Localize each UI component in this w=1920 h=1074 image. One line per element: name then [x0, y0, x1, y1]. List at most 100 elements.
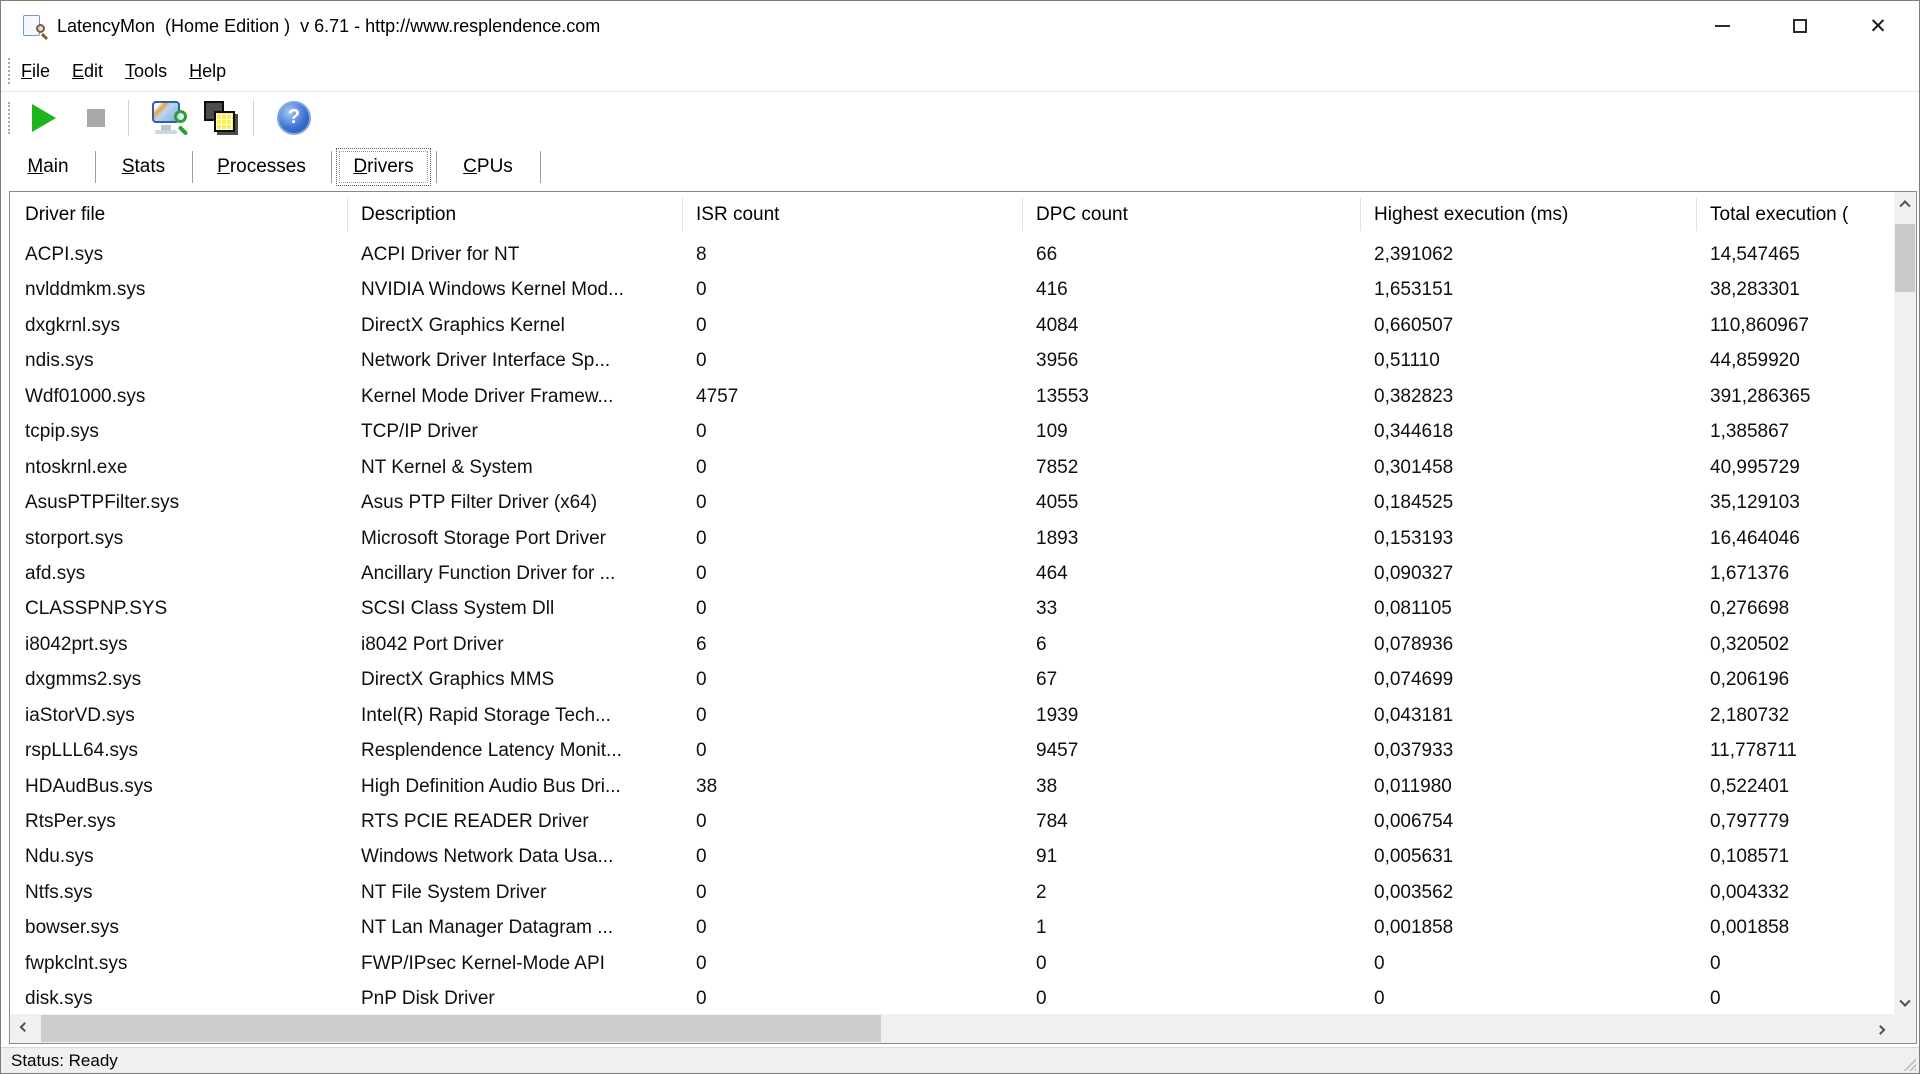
options-button[interactable] [147, 96, 191, 140]
tab-separator [95, 151, 96, 183]
table-row[interactable]: ndis.sys Network Driver Interface Sp... 0 3… [10, 343, 1894, 378]
cell-driver-file: ACPI.sys [25, 244, 104, 265]
table-row[interactable]: nvlddmkm.sys NVIDIA Windows Kernel Mod...… [10, 272, 1894, 307]
cell-driver-file: iaStorVD.sys [25, 704, 135, 726]
toolbar-gripper-icon[interactable] [8, 101, 10, 134]
cell-total-execution: 40,995729 [1710, 456, 1800, 478]
toolbar-separator [128, 99, 129, 136]
table-row[interactable]: fwpkclnt.sys FWP/IPsec Kernel-Mode API 0 0 0… [10, 946, 1894, 981]
table-row[interactable]: AsusPTPFilter.sys Asus PTP Filter Driver … [10, 485, 1894, 520]
tab-main[interactable]: Main [1, 143, 95, 191]
table-row[interactable]: Ntfs.sys NT File System Driver 0 2 0,003562 0… [10, 875, 1894, 910]
column-divider[interactable] [347, 198, 348, 231]
table-row[interactable]: tcpip.sys TCP/IP Driver 0 109 0,344618 1,3858… [10, 414, 1894, 449]
resize-grip-icon[interactable] [1901, 1056, 1916, 1071]
cell-isr-count: 0 [696, 952, 707, 974]
cell-dpc-count: 66 [1036, 244, 1058, 265]
tab-cpus[interactable]: C PUs [436, 143, 540, 191]
table-row[interactable]: iaStorVD.sys Intel(R) Rapid Storage Tech.… [10, 698, 1894, 733]
magnifier-handle [177, 124, 189, 136]
menu-edit[interactable]: Edit [61, 51, 114, 91]
table-row[interactable]: Wdf01000.sys Kernel Mode Driver Framew...… [10, 379, 1894, 414]
horizontal-scrollbar[interactable] [10, 1014, 1894, 1043]
scroll-up-button[interactable] [1894, 192, 1916, 214]
column-divider[interactable] [1022, 198, 1023, 231]
processes-window-button[interactable] [199, 96, 243, 140]
column-divider[interactable] [1360, 198, 1361, 231]
cell-description: TCP/IP Driver [361, 421, 478, 443]
table-row[interactable]: dxgmms2.sys DirectX Graphics MMS 0 67 0,0746… [10, 662, 1894, 697]
cell-highest-execution: 2,391062 [1374, 244, 1454, 265]
table-row[interactable]: CLASSPNP.SYS SCSI Class System Dll 0 33 0,08… [10, 591, 1894, 626]
chevron-right-icon [1875, 1024, 1885, 1035]
close-button[interactable]: ✕ [1849, 1, 1907, 51]
cell-isr-count: 38 [696, 775, 718, 797]
menu-file[interactable]: File [10, 51, 61, 91]
table-row[interactable]: storport.sys Microsoft Storage Port Drive… [10, 521, 1894, 556]
cell-total-execution: 35,129103 [1710, 492, 1800, 514]
cell-dpc-count: 464 [1036, 562, 1068, 584]
table-row[interactable]: bowser.sys NT Lan Manager Datagram ... 0 1 0… [10, 910, 1894, 945]
cell-total-execution: 391,286365 [1710, 385, 1811, 407]
monitor-stand [161, 124, 171, 130]
vertical-scrollbar[interactable] [1894, 192, 1916, 1015]
table-row[interactable]: RtsPer.sys RTS PCIE READER Driver 0 784 0,00… [10, 804, 1894, 839]
menu-help[interactable]: Help [178, 51, 237, 91]
vertical-scroll-thumb[interactable] [1895, 224, 1915, 292]
tab-drivers[interactable]: Drivers [331, 143, 436, 191]
cell-highest-execution: 0,005631 [1374, 846, 1454, 868]
cell-dpc-count: 33 [1036, 598, 1058, 620]
table-row[interactable]: ACPI.sys ACPI Driver for NT 8 66 2,391062 14,… [10, 237, 1894, 272]
table-row[interactable]: dxgkrnl.sys DirectX Graphics Kernel 0 4084 0… [10, 308, 1894, 343]
scroll-down-button[interactable] [1894, 993, 1916, 1015]
cell-total-execution: 44,859920 [1710, 350, 1800, 372]
cell-isr-count: 0 [696, 988, 707, 1010]
column-header-dpc-count[interactable]: DPC count [1036, 192, 1128, 237]
cell-dpc-count: 67 [1036, 669, 1058, 691]
column-header-total-execution[interactable]: Total execution ( [1710, 192, 1848, 237]
maximize-button[interactable] [1771, 1, 1829, 51]
cell-dpc-count: 109 [1036, 421, 1068, 443]
tab-stats[interactable]: Stats [95, 143, 192, 191]
column-header-isr-count[interactable]: ISR count [696, 192, 779, 237]
stop-icon [87, 108, 105, 127]
table-row[interactable]: afd.sys Ancillary Function Driver for ...… [10, 556, 1894, 591]
table-row[interactable]: rspLLL64.sys Resplendence Latency Monit..… [10, 733, 1894, 768]
column-divider[interactable] [1696, 198, 1697, 231]
column-header-highest-execution[interactable]: Highest execution (ms) [1374, 192, 1568, 237]
cell-dpc-count: 4084 [1036, 314, 1079, 336]
cell-total-execution: 0,004332 [1710, 881, 1790, 903]
cell-highest-execution: 0,006754 [1374, 811, 1454, 832]
table-row[interactable]: HDAudBus.sys High Definition Audio Bus Dr… [10, 769, 1894, 804]
menu-tools[interactable]: Tools [114, 51, 178, 91]
cell-driver-file: Ndu.sys [25, 846, 94, 868]
table-row[interactable]: Ndu.sys Windows Network Data Usa... 0 91 0,0… [10, 839, 1894, 874]
start-monitoring-button[interactable] [22, 96, 66, 140]
cell-driver-file: CLASSPNP.SYS [25, 598, 168, 620]
cell-highest-execution: 0,382823 [1374, 385, 1454, 407]
scroll-left-button[interactable] [10, 1014, 38, 1043]
column-divider[interactable] [682, 198, 683, 231]
table-row[interactable]: ntoskrnl.exe NT Kernel & System 0 7852 0,301… [10, 450, 1894, 485]
table-row[interactable]: disk.sys PnP Disk Driver 0 0 0 0 [10, 981, 1894, 1015]
minimize-button[interactable] [1693, 1, 1751, 51]
horizontal-scroll-thumb[interactable] [41, 1015, 881, 1042]
cell-dpc-count: 1939 [1036, 704, 1079, 726]
table-row[interactable]: i8042prt.sys i8042 Port Driver 6 6 0,078936 0… [10, 627, 1894, 662]
stop-monitoring-button[interactable] [74, 96, 118, 140]
cell-total-execution: 0,108571 [1710, 846, 1790, 868]
column-header-description[interactable]: Description [361, 192, 456, 237]
cell-total-execution: 0,206196 [1710, 669, 1790, 691]
toolbar: ? [1, 91, 1919, 143]
cell-description: Microsoft Storage Port Driver [361, 527, 606, 549]
tab-processes[interactable]: Processes [192, 143, 331, 191]
cell-dpc-count: 784 [1036, 811, 1068, 832]
tab-separator [331, 151, 332, 183]
scroll-right-button[interactable] [1866, 1014, 1894, 1043]
table-header: Driver file Description ISR count DPC co… [10, 192, 1894, 237]
help-button[interactable]: ? [272, 96, 316, 140]
cell-description: RTS PCIE READER Driver [361, 811, 589, 832]
cell-description: NT Kernel & System [361, 456, 533, 478]
cell-dpc-count: 91 [1036, 846, 1058, 868]
column-header-driver-file[interactable]: Driver file [25, 192, 105, 237]
